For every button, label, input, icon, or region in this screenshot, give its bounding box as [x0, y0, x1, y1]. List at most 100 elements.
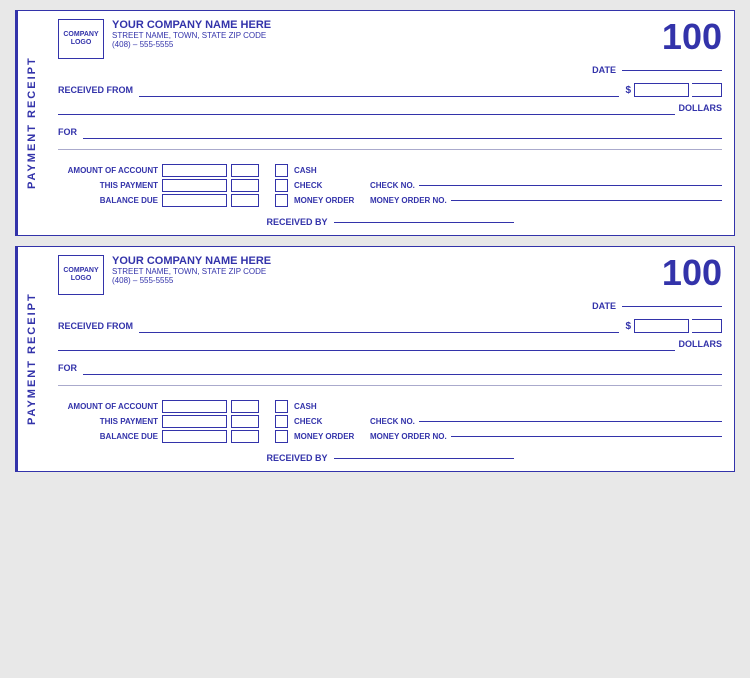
balance-row: BALANCE DUE: [58, 430, 259, 443]
company-block: COMPANY LOGO YOUR COMPANY NAME HERE STRE…: [58, 255, 271, 295]
sidebar-label: PAYMENT RECEIPT: [16, 11, 46, 235]
dollar-section: $: [625, 83, 722, 97]
payment-method-label-1: CHECK: [294, 181, 364, 190]
received-from-row: RECEIVED FROM $: [58, 319, 722, 333]
company-phone: (408) – 555-5555: [112, 40, 271, 49]
header-row: COMPANY LOGO YOUR COMPANY NAME HERE STRE…: [58, 19, 722, 59]
company-logo: COMPANY LOGO: [58, 19, 104, 59]
received-by-line[interactable]: [334, 458, 514, 459]
dollars-row: DOLLARS: [58, 337, 722, 351]
payment-checkbox-1[interactable]: [275, 179, 288, 192]
received-by-line[interactable]: [334, 222, 514, 223]
payment-method-label-2: MONEY ORDER: [294, 196, 364, 205]
amount-label: AMOUNT OF ACCOUNT: [58, 402, 158, 411]
payment-box-sm[interactable]: [231, 179, 259, 192]
company-address: STREET NAME, TOWN, STATE ZIP CODE: [112, 267, 271, 276]
payment-checkbox-2[interactable]: [275, 194, 288, 207]
logo-text-1: COMPANY: [63, 267, 98, 275]
check-no-line-1[interactable]: [419, 185, 722, 186]
balance-box[interactable]: [162, 194, 227, 207]
right-table: CASH CHECK CHECK NO.: [275, 164, 722, 207]
amount-label: AMOUNT OF ACCOUNT: [58, 166, 158, 175]
header-row: COMPANY LOGO YOUR COMPANY NAME HERE STRE…: [58, 255, 722, 295]
amount-box-main[interactable]: [634, 83, 689, 97]
payment-row: THIS PAYMENT: [58, 179, 259, 192]
payment-method-row-1: CHECK CHECK NO.: [275, 415, 722, 428]
balance-label: BALANCE DUE: [58, 432, 158, 441]
receipt-number: 100: [662, 19, 722, 55]
amount-box-cents[interactable]: [692, 319, 722, 333]
amount-box-cents[interactable]: [692, 83, 722, 97]
company-name: YOUR COMPANY NAME HERE: [112, 19, 271, 31]
date-label: DATE: [592, 65, 616, 75]
balance-box[interactable]: [162, 430, 227, 443]
received-from-label: RECEIVED FROM: [58, 321, 133, 331]
received-from-line[interactable]: [139, 83, 619, 97]
receipt-1: PAYMENT RECEIPT COMPANY LOGO YOUR COMPAN…: [15, 10, 735, 236]
payment-method-row-2: MONEY ORDER MONEY ORDER NO.: [275, 430, 722, 443]
received-from-row: RECEIVED FROM $: [58, 83, 722, 97]
dollars-label: DOLLARS: [679, 339, 723, 349]
company-info: YOUR COMPANY NAME HERE STREET NAME, TOWN…: [112, 255, 271, 285]
received-from-line[interactable]: [139, 319, 619, 333]
company-address: STREET NAME, TOWN, STATE ZIP CODE: [112, 31, 271, 40]
received-from-label: RECEIVED FROM: [58, 85, 133, 95]
amount-box-sm[interactable]: [231, 164, 259, 177]
amount-box-main[interactable]: [634, 319, 689, 333]
dollars-line[interactable]: [58, 101, 675, 115]
company-phone: (408) – 555-5555: [112, 276, 271, 285]
bottom-section: AMOUNT OF ACCOUNT THIS PAYMENT BALANCE D…: [58, 164, 722, 207]
check-no-section-1: CHECK NO.: [370, 417, 722, 426]
payment-method-label-1: CHECK: [294, 417, 364, 426]
date-input-line[interactable]: [622, 70, 722, 71]
check-no-line-1[interactable]: [419, 421, 722, 422]
company-block: COMPANY LOGO YOUR COMPANY NAME HERE STRE…: [58, 19, 271, 59]
for-line[interactable]: [83, 125, 722, 139]
payment-box-sm[interactable]: [231, 415, 259, 428]
payment-method-row-2: MONEY ORDER MONEY ORDER NO.: [275, 194, 722, 207]
right-table: CASH CHECK CHECK NO.: [275, 400, 722, 443]
date-input-line[interactable]: [622, 306, 722, 307]
receipt-number: 100: [662, 255, 722, 291]
check-no-label-1: CHECK NO.: [370, 181, 415, 190]
dollar-sign: $: [625, 321, 631, 332]
for-label: FOR: [58, 363, 77, 373]
balance-box-sm[interactable]: [231, 430, 259, 443]
dollars-line[interactable]: [58, 337, 675, 351]
amount-box[interactable]: [162, 164, 227, 177]
for-row: FOR: [58, 361, 722, 375]
amount-box[interactable]: [162, 400, 227, 413]
check-no-label-2: MONEY ORDER NO.: [370, 432, 447, 441]
payment-method-label-0: CASH: [294, 402, 364, 411]
company-logo: COMPANY LOGO: [58, 255, 104, 295]
payment-checkbox-1[interactable]: [275, 415, 288, 428]
amount-box-sm[interactable]: [231, 400, 259, 413]
for-line[interactable]: [83, 361, 722, 375]
check-no-label-1: CHECK NO.: [370, 417, 415, 426]
amount-row: AMOUNT OF ACCOUNT: [58, 164, 259, 177]
amount-row: AMOUNT OF ACCOUNT: [58, 400, 259, 413]
payment-checkbox-2[interactable]: [275, 430, 288, 443]
payment-box[interactable]: [162, 415, 227, 428]
date-row: DATE: [58, 301, 722, 311]
payment-checkbox-0[interactable]: [275, 164, 288, 177]
received-by-row: RECEIVED BY: [58, 453, 722, 463]
check-no-line-2[interactable]: [451, 200, 722, 201]
company-info: YOUR COMPANY NAME HERE STREET NAME, TOWN…: [112, 19, 271, 49]
dollar-sign: $: [625, 85, 631, 96]
dollar-section: $: [625, 319, 722, 333]
for-label: FOR: [58, 127, 77, 137]
payment-checkbox-0[interactable]: [275, 400, 288, 413]
check-no-line-2[interactable]: [451, 436, 722, 437]
date-label: DATE: [592, 301, 616, 311]
divider: [58, 149, 722, 150]
payment-row: THIS PAYMENT: [58, 415, 259, 428]
balance-label: BALANCE DUE: [58, 196, 158, 205]
received-by-row: RECEIVED BY: [58, 217, 722, 227]
for-row: FOR: [58, 125, 722, 139]
dollars-row: DOLLARS: [58, 101, 722, 115]
balance-box-sm[interactable]: [231, 194, 259, 207]
payment-box[interactable]: [162, 179, 227, 192]
payment-method-label-0: CASH: [294, 166, 364, 175]
divider: [58, 385, 722, 386]
